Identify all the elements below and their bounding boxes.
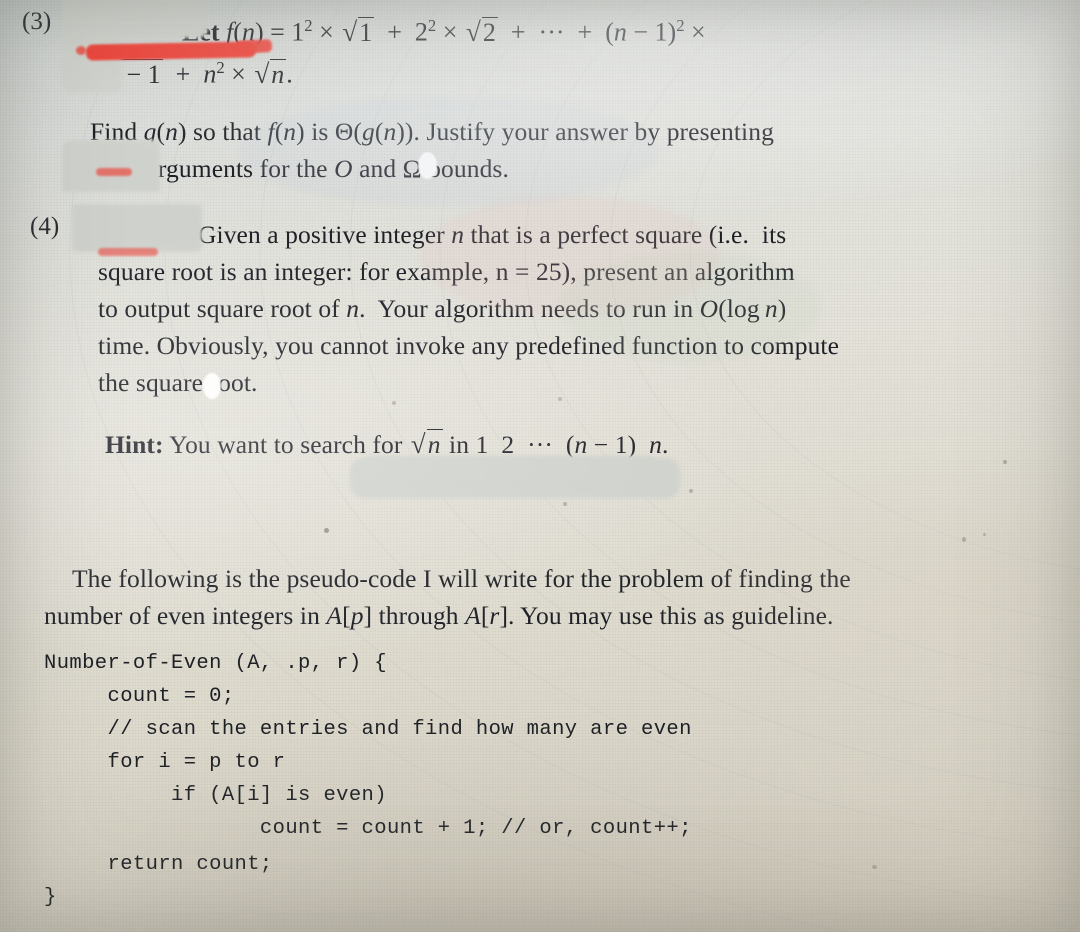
pseudocode-intro-line-1: The following is the pseudo-code I will …	[72, 564, 851, 593]
dust-speck-1	[324, 528, 329, 533]
color-smudge-green	[560, 252, 820, 362]
redaction-block-mid-page-extension	[360, 456, 660, 482]
dust-speck-4	[1003, 460, 1007, 464]
red-mark-under-problem-4-redaction	[98, 248, 158, 256]
hint-label: Hint:	[105, 430, 164, 459]
pseudocode-line-2: // scan the entries and find how many ar…	[44, 718, 692, 741]
dust-speck-10	[558, 397, 562, 401]
dust-speck-6	[563, 502, 567, 506]
red-highlighter-stroke	[85, 41, 257, 61]
redaction-block-problem-4	[72, 204, 202, 252]
dust-speck-5	[219, 621, 223, 625]
red-highlighter-stroke-tail	[235, 39, 273, 54]
pseudocode-line-5: count = count + 1; // or, count++;	[44, 817, 692, 840]
red-highlighter-dot	[76, 46, 86, 55]
dust-speck-2	[962, 537, 966, 542]
problem-3-number: (3)	[22, 8, 52, 35]
dust-speck-9	[392, 401, 396, 405]
dust-speck-3	[983, 533, 986, 536]
glare-spot-over-square-word	[203, 373, 221, 399]
redaction-block-problem-3-tail	[62, 30, 122, 92]
pseudocode-line-7: }	[44, 886, 57, 909]
dust-speck-8	[872, 865, 877, 869]
pseudocode-line-1: count = 0;	[44, 685, 235, 708]
pseudocode-line-0: Number-of-Even (A, .p, r) {	[44, 652, 387, 675]
red-mark-under-clear	[96, 168, 132, 176]
pseudocode-line-4: if (A[i] is even)	[44, 784, 387, 807]
problem-4-body-line-5: the square root.	[98, 368, 258, 397]
pseudocode-line-3: for i = p to r	[44, 751, 286, 774]
pseudocode-intro-line-2: number of even integers in A[p] through …	[44, 601, 834, 630]
document-page: (3) Let f(n) = 12 × √1 + 22 × √2 + ··· +…	[0, 0, 1080, 932]
dust-speck-7	[689, 489, 693, 493]
pseudocode-line-6: return count;	[44, 853, 273, 876]
color-smudge-blue	[240, 96, 660, 206]
problem-4-number: (4)	[30, 213, 60, 240]
redaction-block-below-problem-3	[62, 140, 160, 192]
